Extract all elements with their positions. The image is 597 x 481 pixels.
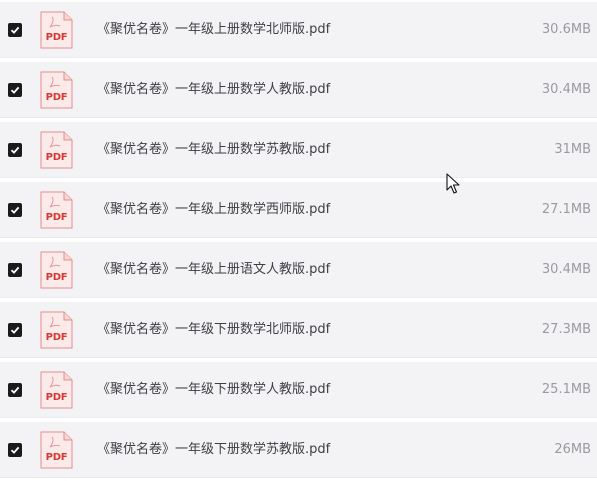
file-size: 30.4MB [541, 262, 591, 277]
pdf-file-icon: PDF [40, 131, 73, 169]
file-row[interactable]: PDF 《聚优名卷》一年级下册数学苏教版.pdf 26MB [0, 422, 597, 478]
file-size: 26MB [554, 442, 591, 457]
pdf-label: PDF [45, 392, 68, 403]
pdf-file-icon: PDF [40, 251, 73, 289]
file-name: 《聚优名卷》一年级下册数学北师版.pdf [97, 322, 331, 337]
file-name: 《聚优名卷》一年级下册数学人教版.pdf [97, 382, 331, 397]
pdf-label: PDF [45, 32, 68, 43]
file-name: 《聚优名卷》一年级上册数学北师版.pdf [97, 22, 331, 37]
pdf-label: PDF [45, 332, 68, 343]
pdf-file-icon: PDF [40, 371, 73, 409]
file-name: 《聚优名卷》一年级上册语文人教版.pdf [97, 262, 331, 277]
checkmark-icon [10, 386, 20, 394]
pdf-file-icon: PDF [40, 431, 73, 469]
file-size: 30.4MB [541, 82, 591, 97]
file-size: 30.6MB [541, 22, 591, 37]
pdf-label: PDF [45, 452, 68, 463]
file-size: 25.1MB [541, 382, 591, 397]
file-row[interactable]: PDF 《聚优名卷》一年级上册数学苏教版.pdf 31MB [0, 122, 597, 178]
file-name: 《聚优名卷》一年级下册数学苏教版.pdf [97, 442, 331, 457]
file-name: 《聚优名卷》一年级上册数学人教版.pdf [97, 82, 331, 97]
pdf-file-icon: PDF [40, 191, 73, 229]
file-size: 27.3MB [541, 322, 591, 337]
pdf-label: PDF [45, 92, 68, 103]
file-name: 《聚优名卷》一年级上册数学西师版.pdf [97, 202, 331, 217]
checkmark-icon [10, 26, 20, 34]
checkbox-checked[interactable] [8, 203, 22, 217]
checkbox-checked[interactable] [8, 23, 22, 37]
pdf-file-icon: PDF [40, 311, 73, 349]
checkbox-checked[interactable] [8, 383, 22, 397]
pdf-label: PDF [45, 152, 68, 163]
file-size: 27.1MB [541, 202, 591, 217]
checkmark-icon [10, 446, 20, 454]
file-row[interactable]: PDF 《聚优名卷》一年级上册语文人教版.pdf 30.4MB [0, 242, 597, 298]
checkmark-icon [10, 86, 20, 94]
file-row[interactable]: PDF 《聚优名卷》一年级上册数学北师版.pdf 30.6MB [0, 2, 597, 58]
checkbox-checked[interactable] [8, 83, 22, 97]
checkmark-icon [10, 326, 20, 334]
checkmark-icon [10, 206, 20, 214]
file-row[interactable]: PDF 《聚优名卷》一年级下册数学北师版.pdf 27.3MB [0, 302, 597, 358]
checkbox-checked[interactable] [8, 443, 22, 457]
pdf-label: PDF [45, 212, 68, 223]
checkbox-checked[interactable] [8, 323, 22, 337]
pdf-label: PDF [45, 272, 68, 283]
file-row[interactable]: PDF 《聚优名卷》一年级上册数学人教版.pdf 30.4MB [0, 62, 597, 118]
pdf-file-icon: PDF [40, 11, 73, 49]
pdf-file-icon: PDF [40, 71, 73, 109]
file-name: 《聚优名卷》一年级上册数学苏教版.pdf [97, 142, 331, 157]
file-row[interactable]: PDF 《聚优名卷》一年级上册数学西师版.pdf 27.1MB [0, 182, 597, 238]
checkbox-checked[interactable] [8, 263, 22, 277]
checkmark-icon [10, 146, 20, 154]
file-list: PDF 《聚优名卷》一年级上册数学北师版.pdf 30.6MB PDF 《聚优名… [0, 0, 597, 481]
checkmark-icon [10, 266, 20, 274]
file-row[interactable]: PDF 《聚优名卷》一年级下册数学人教版.pdf 25.1MB [0, 362, 597, 418]
checkbox-checked[interactable] [8, 143, 22, 157]
file-size: 31MB [554, 142, 591, 157]
